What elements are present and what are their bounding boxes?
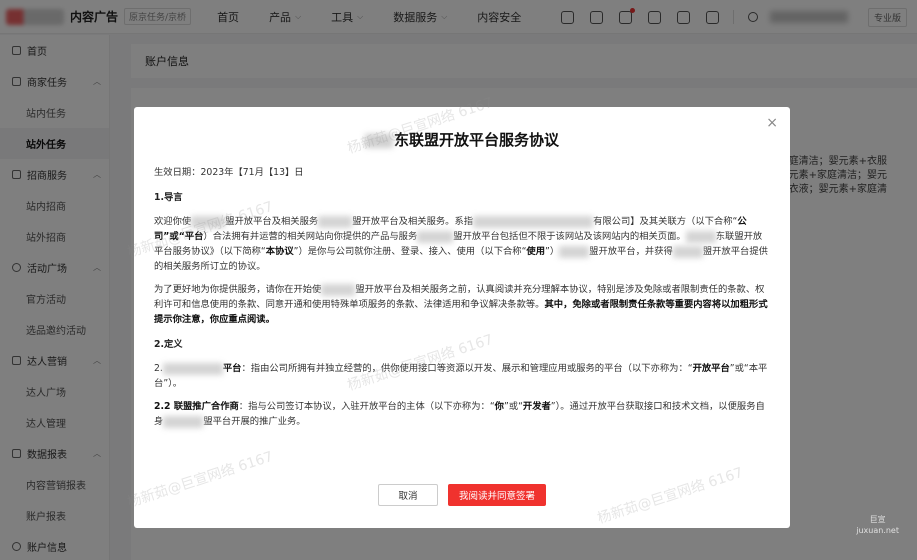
redacted-text [318,215,353,228]
redacted-text [672,245,703,258]
cancel-button[interactable]: 取消 [378,484,438,506]
redacted-text [321,283,356,296]
redacted-text [473,215,594,228]
paragraph: 2.2 联盟推广合作商：指与公司签订本协议，入驻开放平台的主体（以下亦称为：“你… [154,401,765,428]
redacted-text [162,362,223,375]
agree-sign-button[interactable]: 我阅读并同意签署 [448,484,546,506]
paragraph: 为了更好地为你提供服务，请你在开始使 盟开放平台及相关服务之前，认真阅读并充分理解… [154,283,768,325]
paragraph: 2. 平台：指由公司所拥有并独立经营的，供你使用接口等资源以开发、展示和管理应用或… [154,362,768,389]
redacted-text [163,415,204,428]
agreement-modal: × 东联盟开放平台服务协议 生效日期：2023年【71月【13】日 1.导言 欢… [126,95,790,528]
modal-title: 东联盟开放平台服务协议 [134,129,790,150]
redacted-text [559,245,590,258]
effective-date: 生效日期：2023年【71月【13】日 [154,167,304,178]
corner-logo: 巨宣 juxuan.net [856,515,899,535]
redacted-text [685,230,716,243]
redacted-text [417,230,454,243]
